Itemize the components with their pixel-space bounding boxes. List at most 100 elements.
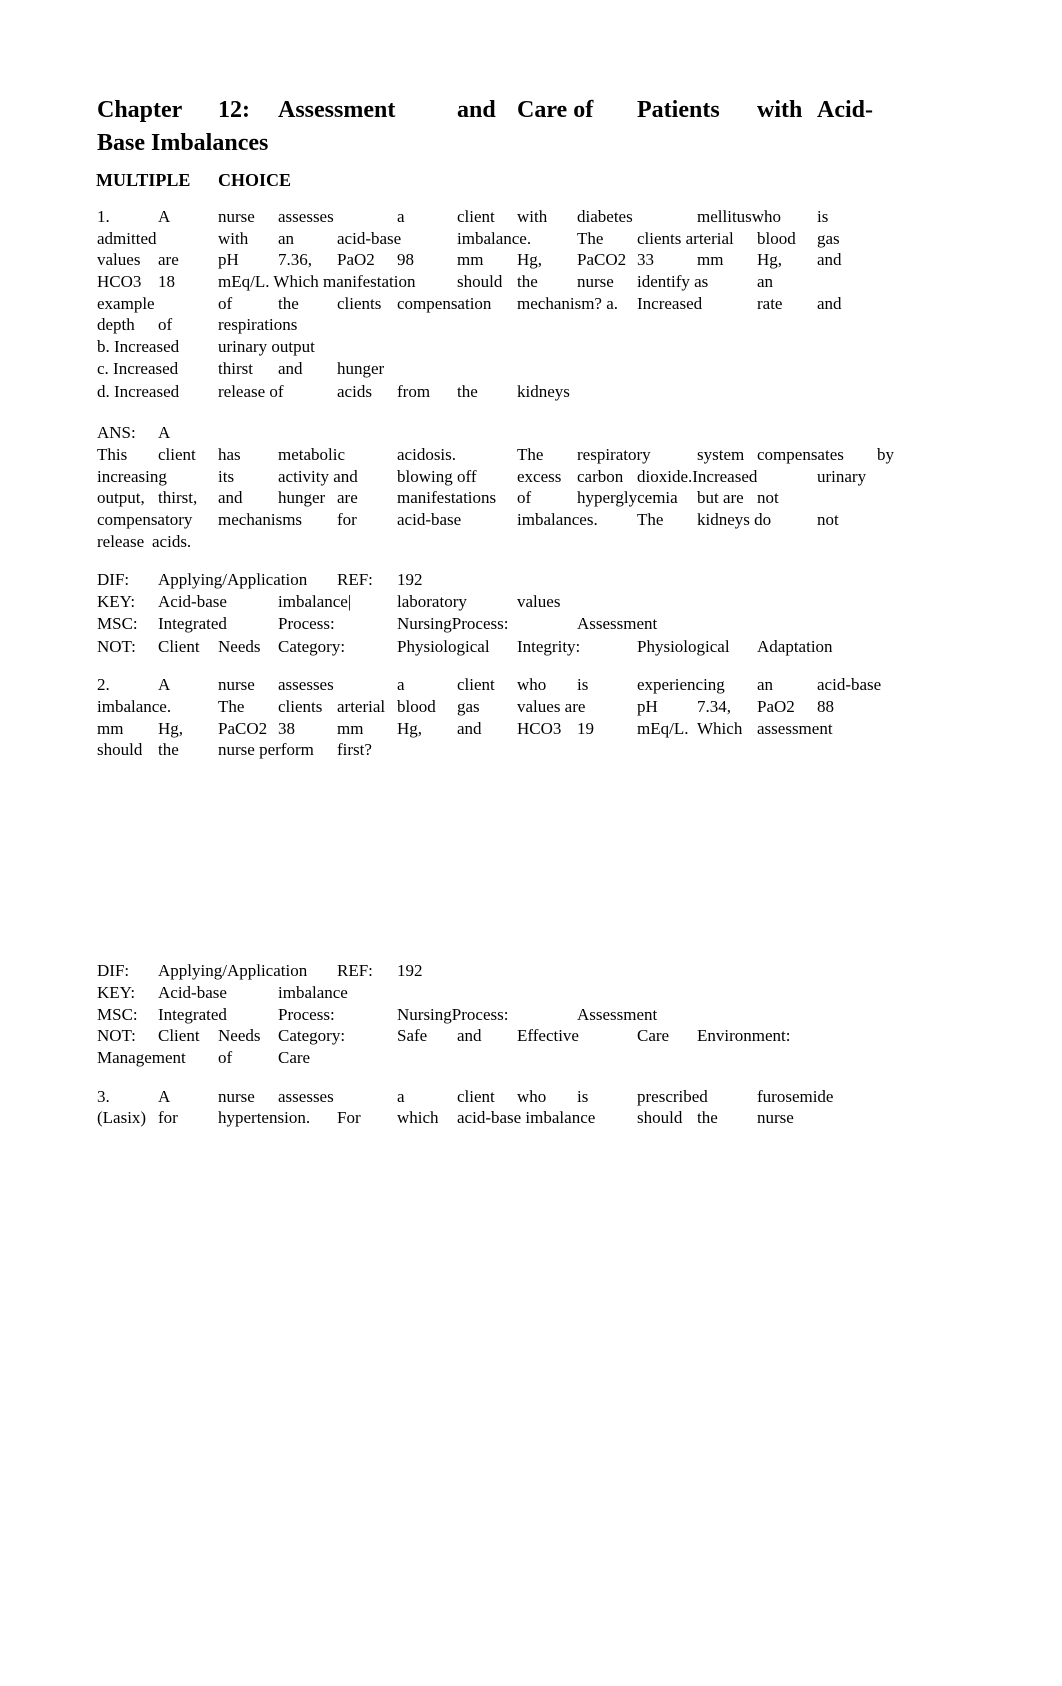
text-cell: of xyxy=(218,1048,233,1067)
text-cell: The xyxy=(517,445,544,464)
text-cell: mm xyxy=(337,719,364,738)
text-cell: by xyxy=(877,445,894,464)
text-cell: acidosis. xyxy=(397,445,457,464)
text-cell: NursingProcess: xyxy=(397,1005,509,1024)
text-cell: Process: xyxy=(278,1005,335,1024)
text-cell: Client xyxy=(158,1026,200,1045)
text-cell: values xyxy=(517,592,561,611)
title-word: Base Imbalances xyxy=(97,130,269,156)
text-cell: gas xyxy=(817,229,840,248)
text-cell: imbalance| xyxy=(278,592,352,611)
text-cell: blood xyxy=(757,229,796,248)
text-cell: HCO3 xyxy=(97,272,142,291)
text-cell: nurse xyxy=(757,1108,794,1127)
text-cell: respiratory xyxy=(577,445,651,464)
text-cell: PaO2 xyxy=(337,250,375,269)
text-cell: system xyxy=(697,445,745,464)
text-cell: the xyxy=(517,272,538,291)
text-cell: respirations xyxy=(218,315,298,334)
text-cell: thirst xyxy=(218,359,253,378)
text-cell: The xyxy=(218,697,245,716)
text-cell: the xyxy=(457,382,478,401)
text-cell: and xyxy=(218,488,243,507)
text-cell: release of xyxy=(218,382,284,401)
text-cell: mellituswho xyxy=(697,207,782,226)
text-cell: admitted xyxy=(97,229,157,248)
text-cell: experiencing xyxy=(637,675,725,694)
text-cell: activity and xyxy=(278,467,358,486)
text-cell: rate xyxy=(757,294,783,313)
text-cell: Integrated xyxy=(158,1005,227,1024)
title-word: Assessment xyxy=(278,97,396,123)
text-cell: hyperglycemia xyxy=(577,488,678,507)
text-cell: Effective xyxy=(517,1026,579,1045)
text-cell: 19 xyxy=(577,719,594,738)
text-cell: REF: xyxy=(337,961,373,980)
text-cell: manifestations xyxy=(397,488,497,507)
title-word: and xyxy=(457,97,496,123)
text-cell: is xyxy=(817,207,829,226)
text-cell: for xyxy=(337,510,357,529)
text-cell: who xyxy=(517,1087,547,1106)
text-cell: (Lasix) xyxy=(97,1108,147,1127)
text-cell: an xyxy=(757,675,774,694)
text-cell: 18 xyxy=(158,272,175,291)
text-cell: 38 xyxy=(278,719,295,738)
text-cell: NOT: xyxy=(97,637,136,656)
text-cell: NursingProcess: xyxy=(397,614,509,633)
text-cell: The xyxy=(577,229,604,248)
text-cell: Needs xyxy=(218,1026,261,1045)
text-cell: example xyxy=(97,294,155,313)
text-cell: Applying/Application xyxy=(158,961,308,980)
text-cell: mm xyxy=(697,250,724,269)
text-cell: b. Increased xyxy=(97,337,180,356)
text-cell: A xyxy=(158,423,171,442)
text-cell: 88 xyxy=(817,697,834,716)
text-cell: acid-base xyxy=(337,229,402,248)
text-cell: client xyxy=(158,445,196,464)
text-cell: Care xyxy=(278,1048,311,1067)
text-cell: client xyxy=(457,1087,495,1106)
text-cell: compensatory xyxy=(97,510,193,529)
text-cell: is xyxy=(577,1087,589,1106)
text-cell: mechanism? a. xyxy=(517,294,619,313)
text-cell: PaO2 xyxy=(757,697,795,716)
text-cell: imbalances. xyxy=(517,510,598,529)
text-cell: blowing off xyxy=(397,467,477,486)
text-cell: nurse xyxy=(218,1087,255,1106)
text-cell: is xyxy=(577,675,589,694)
text-cell: urinary xyxy=(817,467,867,486)
text-cell: an xyxy=(757,272,774,291)
text-cell: acid-base xyxy=(817,675,882,694)
text-cell: assesses xyxy=(278,207,334,226)
heading-word: CHOICE xyxy=(218,170,292,190)
text-cell: and xyxy=(457,1026,482,1045)
heading-word: MULTIPLE xyxy=(96,170,191,190)
text-cell: 1. xyxy=(97,207,110,226)
text-cell: nurse xyxy=(577,272,614,291)
text-cell: assesses xyxy=(278,1087,334,1106)
text-cell: PaCO2 xyxy=(577,250,627,269)
text-cell: Integrity: xyxy=(517,637,581,656)
text-cell: Environment: xyxy=(697,1026,791,1045)
text-cell: acid-base imbalance xyxy=(457,1108,596,1127)
text-cell: imbalance xyxy=(278,983,348,1002)
text-cell: A xyxy=(158,675,171,694)
text-cell: A xyxy=(158,207,171,226)
text-cell: d. Increased xyxy=(97,382,180,401)
text-cell: furosemide xyxy=(757,1087,834,1106)
text-cell: identify as xyxy=(637,272,709,291)
text-cell: a xyxy=(397,207,405,226)
text-cell: pH xyxy=(637,697,658,716)
text-cell: the xyxy=(158,740,179,759)
text-cell: values xyxy=(97,250,141,269)
text-cell: kidneys do xyxy=(697,510,772,529)
text-cell: release xyxy=(97,532,145,551)
text-cell: nurse xyxy=(218,207,255,226)
text-cell: for xyxy=(158,1108,178,1127)
text-cell: values are xyxy=(517,697,586,716)
text-cell: of xyxy=(517,488,532,507)
text-cell: acid-base xyxy=(397,510,462,529)
text-cell: and xyxy=(278,359,303,378)
text-cell: output, xyxy=(97,488,145,507)
